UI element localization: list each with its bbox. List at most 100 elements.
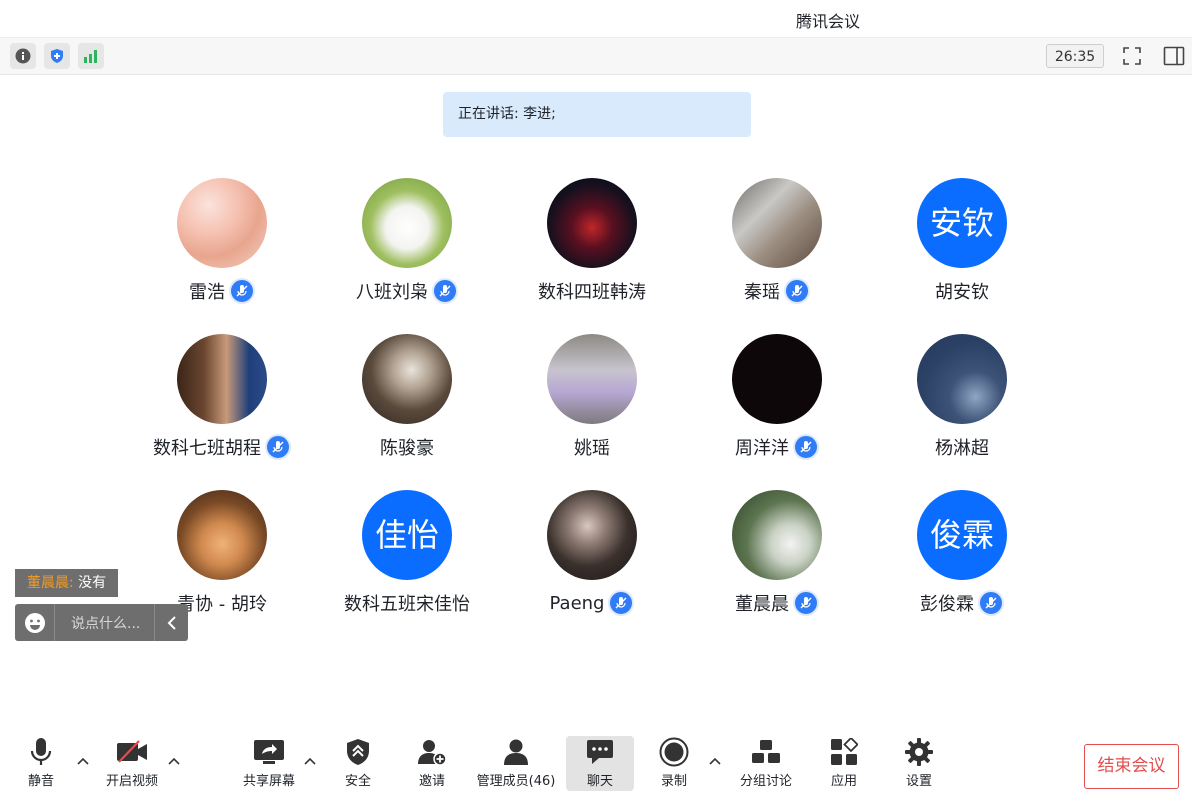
video-options-caret[interactable]	[167, 754, 181, 768]
network-signal-button[interactable]	[78, 43, 104, 69]
chat-sender: 董晨晨:	[27, 575, 74, 591]
participant-tile[interactable]: 安钦 胡安钦	[867, 178, 1057, 318]
fullscreen-button[interactable]	[1120, 44, 1144, 68]
breakout-rooms-button[interactable]: 分组讨论	[736, 736, 796, 791]
collapse-chat-button[interactable]	[154, 604, 188, 641]
participant-tile[interactable]: 陈骏豪	[312, 334, 502, 474]
mic-muted-icon	[432, 278, 458, 304]
manage-members-button[interactable]: 管理成员(46)	[476, 736, 556, 791]
mic-muted-icon	[793, 434, 819, 460]
shield-icon	[51, 49, 63, 63]
share-screen-icon	[254, 740, 284, 764]
microphone-icon	[30, 738, 52, 765]
video-label: 开启视频	[105, 774, 158, 789]
participant-tile[interactable]: 俊霖 彭俊霖	[867, 490, 1057, 630]
avatar	[732, 178, 822, 268]
audio-options-caret[interactable]	[76, 754, 90, 768]
share-screen-label: 共享屏幕	[242, 774, 295, 789]
avatar	[177, 178, 267, 268]
avatar	[547, 490, 637, 580]
avatar: 安钦	[917, 178, 1007, 268]
participant-name: 周洋洋	[735, 438, 789, 459]
invite-button[interactable]: 邀请	[412, 736, 452, 791]
chat-bubble-icon	[587, 740, 613, 764]
participant-tile[interactable]: 佳怡 数科五班宋佳怡	[312, 490, 502, 630]
members-icon	[504, 739, 528, 765]
emoji-icon	[24, 612, 45, 633]
participant-name: 姚瑶	[574, 438, 610, 459]
apps-button[interactable]: 应用	[824, 736, 864, 791]
speaking-indicator: 正在讲话: 李进;	[443, 92, 751, 137]
chat-label: 聊天	[586, 774, 613, 789]
participant-name: 杨淋超	[935, 438, 989, 459]
participant-tile[interactable]: 姚瑶	[497, 334, 687, 474]
participant-name: 青协 - 胡玲	[177, 594, 267, 615]
participant-tile[interactable]: 雷浩	[127, 178, 317, 318]
settings-label: 设置	[905, 774, 932, 789]
participant-tile[interactable]: Paeng	[497, 490, 687, 630]
shield-icon	[347, 739, 369, 765]
participant-tile[interactable]: 八班刘枭	[312, 178, 502, 318]
mic-muted-icon	[265, 434, 291, 460]
apps-grid-icon	[831, 738, 858, 765]
participant-tile[interactable]: 周洋洋	[682, 334, 872, 474]
record-button[interactable]: 录制	[654, 736, 694, 791]
participant-name: 雷浩	[189, 282, 225, 303]
avatar	[177, 334, 267, 424]
share-options-caret[interactable]	[303, 754, 317, 768]
chevron-left-icon	[167, 615, 176, 630]
settings-button[interactable]: 设置	[899, 736, 939, 791]
participant-name: 胡安钦	[935, 282, 989, 303]
mic-muted-icon	[978, 590, 1004, 616]
avatar	[732, 490, 822, 580]
title-bar: 腾讯会议	[0, 0, 1192, 38]
record-options-caret[interactable]	[708, 754, 722, 768]
video-button[interactable]: 开启视频	[102, 736, 162, 791]
avatar	[917, 334, 1007, 424]
record-label: 录制	[660, 774, 687, 789]
security-button[interactable]: 安全	[338, 736, 378, 791]
participant-tile[interactable]: 董晨晨	[682, 490, 872, 630]
meeting-timer: 26:35	[1046, 44, 1104, 68]
side-panel-toggle[interactable]	[1162, 44, 1186, 68]
participant-name: Paeng	[549, 592, 605, 614]
participant-tile[interactable]: 数科四班韩涛	[497, 178, 687, 318]
chat-quick-input[interactable]: 说点什么...	[15, 604, 188, 641]
record-icon	[659, 737, 689, 767]
signal-bars-icon	[84, 50, 97, 63]
meeting-toolbar: 26:35	[0, 38, 1192, 75]
window-title: 腾讯会议	[795, 12, 860, 31]
chevron-up-icon	[709, 757, 721, 765]
chat-last-message: 董晨晨: 没有	[15, 569, 119, 597]
chat-button[interactable]: 聊天	[566, 736, 634, 791]
participant-name: 秦瑶	[744, 282, 780, 303]
security-shield-button[interactable]	[44, 43, 70, 69]
fullscreen-icon	[1123, 47, 1141, 65]
participant-tile[interactable]: 数科七班胡程	[127, 334, 317, 474]
info-button[interactable]	[10, 43, 36, 69]
mic-muted-icon	[608, 590, 635, 616]
participant-name: 彭俊霖	[920, 594, 974, 615]
mic-muted-icon	[784, 278, 810, 304]
mute-button[interactable]: 静音	[16, 736, 66, 791]
avatar: 俊霖	[917, 490, 1007, 580]
participant-tile[interactable]: 杨淋超	[867, 334, 1057, 474]
share-screen-button[interactable]: 共享屏幕	[240, 736, 298, 791]
chat-input-placeholder[interactable]: 说点什么...	[55, 613, 154, 633]
participant-name: 数科七班胡程	[153, 438, 261, 459]
gear-icon	[905, 738, 933, 766]
control-bar: 静音 开启视频 共享屏幕 安全 邀请 管理成员(46) 聊天 录制 分组讨论 应…	[0, 730, 1192, 795]
participant-name: 数科五班宋佳怡	[344, 594, 470, 615]
mute-label: 静音	[27, 774, 54, 789]
participant-tile[interactable]: 秦瑶	[682, 178, 872, 318]
breakout-rooms-icon	[752, 740, 780, 763]
emoji-button[interactable]	[15, 604, 55, 641]
add-user-icon	[418, 740, 447, 766]
end-meeting-button[interactable]: 结束会议	[1084, 744, 1179, 789]
avatar	[547, 178, 637, 268]
mic-muted-icon	[793, 590, 819, 616]
avatar	[362, 178, 452, 268]
info-icon	[15, 48, 31, 64]
avatar	[547, 334, 637, 424]
avatar	[732, 334, 822, 424]
